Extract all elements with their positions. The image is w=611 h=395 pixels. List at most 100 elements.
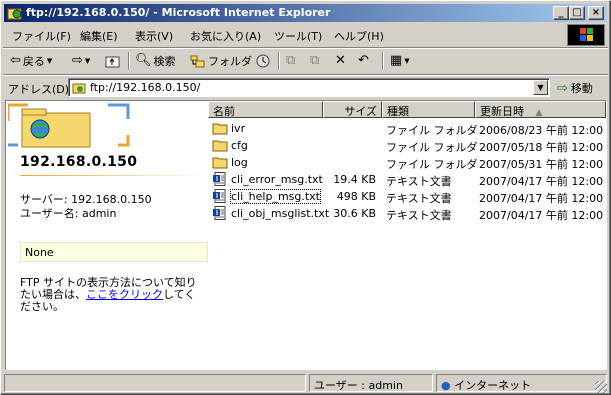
file-name[interactable]: log (231, 156, 248, 169)
column-header-name[interactable]: 名前 (208, 101, 323, 118)
file-type: ファイル フォルダ (386, 141, 478, 154)
toolbar-separator (278, 52, 280, 70)
file-row[interactable]: cli_help_msg.txt 498 KB テキスト文書 2007/04/17 午… (208, 188, 606, 205)
windows-logo-icon (567, 24, 605, 46)
text-file-icon (213, 189, 226, 203)
ie-window: ftp://192.168.0.150/ - Microsoft Interne… (0, 0, 611, 395)
folder-icon (212, 140, 228, 152)
views-button[interactable]: ▦ ▼ (390, 52, 410, 70)
search-label: 検索 (153, 55, 176, 68)
toolbar-separator (128, 52, 130, 70)
delete-x-icon: ✕ (335, 53, 346, 68)
menu-edit[interactable]: 編集(E) (80, 28, 118, 44)
back-arrow-icon: ⇦ (10, 53, 21, 68)
address-label: アドレス(D) (8, 83, 70, 96)
file-row[interactable]: cfg ファイル フォルダ 2007/05/18 午前 12:00 (208, 137, 606, 154)
text-file-icon (213, 172, 226, 186)
file-modified: 2007/04/17 午前 12:00 (479, 192, 604, 205)
undo-icon: ↶ (358, 53, 369, 68)
file-name[interactable]: cli_obj_msglist.txt (231, 207, 329, 220)
folders-button[interactable]: フォルダ (190, 52, 252, 70)
internet-globe-icon: ● (441, 379, 451, 392)
file-name[interactable]: cli_help_msg.txt (230, 189, 321, 204)
folders-label: フォルダ (208, 55, 252, 68)
file-type: ファイル フォルダ (386, 124, 478, 137)
folders-icon (190, 55, 205, 68)
file-modified: 2007/04/17 午前 12:00 (479, 209, 604, 222)
copy-to-button[interactable]: ⧉ (310, 52, 319, 70)
ftp-folder-icon (72, 83, 86, 94)
up-button[interactable] (105, 52, 121, 70)
delete-button[interactable]: ✕ (335, 52, 346, 70)
ftp-folder-icon (7, 8, 22, 20)
file-modified: 2007/05/31 午前 12:00 (479, 158, 604, 171)
go-arrow-icon: ⇨ (557, 80, 568, 96)
menu-bar: ファイル(F) 編集(E) 表示(V) お気に入り(A) ツール(T) ヘルプ(… (4, 24, 564, 46)
views-grid-icon: ▦ (390, 53, 403, 68)
column-header-size[interactable]: サイズ (323, 101, 382, 118)
status-message (4, 374, 306, 392)
file-size: 498 KB (336, 190, 376, 203)
forward-button[interactable]: ⇨ ▼ (72, 52, 90, 70)
address-value: ftp://192.168.0.150/ (90, 81, 201, 94)
file-row[interactable]: cli_obj_msglist.txt 30.6 KB テキスト文書 2007/04/… (208, 205, 606, 222)
close-button[interactable]: × (588, 6, 604, 20)
username-info: ユーザー名: admin (20, 207, 117, 220)
file-type: テキスト文書 (386, 175, 452, 188)
file-row[interactable]: log ファイル フォルダ 2007/05/31 午前 12:00 (208, 154, 606, 171)
file-modified: 2006/08/23 午前 12:00 (479, 124, 604, 137)
file-type: テキスト文書 (386, 192, 452, 205)
content-area: 192.168.0.150 サーバー: 192.168.0.150 ユーザー名:… (5, 100, 607, 370)
host-title: 192.168.0.150 (20, 154, 138, 170)
file-modified: 2007/05/18 午前 12:00 (479, 141, 604, 154)
maximize-button[interactable]: □ (569, 6, 585, 20)
forward-dropdown-icon: ▼ (84, 57, 91, 65)
file-type: テキスト文書 (386, 209, 452, 222)
file-size: 30.6 KB (333, 207, 376, 220)
move-to-button[interactable]: ⧉ (286, 52, 295, 70)
search-icon: 🔍︎ (135, 53, 152, 68)
status-zone-label: インターネット (454, 379, 532, 392)
back-button[interactable]: ⇦ 戻る ▼ (10, 52, 52, 70)
status-zone: ● インターネット (436, 374, 607, 392)
go-label: 移動 (570, 82, 593, 95)
menu-favorites[interactable]: お気に入り(A) (190, 28, 261, 44)
text-file-icon (213, 206, 226, 220)
menu-view[interactable]: 表示(V) (135, 28, 173, 44)
menu-help[interactable]: ヘルプ(H) (334, 28, 384, 44)
search-button[interactable]: 🔍︎ 検索 (135, 52, 176, 70)
standard-toolbar: ⇦ 戻る ▼ ⇨ ▼ 🔍︎ 検索 フォルダ ⧉ ⧉ ✕ ↶ ▦ ▼ (4, 49, 607, 73)
file-type: ファイル フォルダ (386, 158, 478, 171)
file-row[interactable]: ivr ファイル フォルダ 2006/08/23 午前 12:00 (208, 120, 606, 137)
column-header-modified-label: 更新日時 (480, 105, 524, 118)
minimize-button[interactable]: _ (553, 6, 569, 20)
address-input[interactable]: ftp://192.168.0.150/ ▼ (68, 78, 550, 97)
address-dropdown-icon[interactable]: ▼ (533, 80, 548, 95)
window-title: ftp://192.168.0.150/ - Microsoft Interne… (26, 6, 331, 19)
resize-grip[interactable] (595, 381, 607, 393)
address-bar: アドレス(D) ftp://192.168.0.150/ ▼ ⇨ 移動 (4, 77, 607, 99)
status-user: ユーザー : admin (309, 374, 433, 392)
file-size: 19.4 KB (333, 173, 376, 186)
move-to-icon: ⧉ (286, 53, 296, 68)
column-header-type[interactable]: 種類 (382, 101, 475, 118)
history-button[interactable] (255, 52, 271, 70)
copy-to-icon: ⧉ (310, 53, 320, 68)
views-dropdown-icon: ▼ (404, 57, 410, 65)
toolbar-separator-line (3, 74, 608, 76)
go-button[interactable]: ⇨ 移動 (557, 79, 593, 97)
file-row[interactable]: cli_error_msg.txt 19.4 KB テキスト文書 2007/04/17… (208, 171, 606, 188)
undo-button[interactable]: ↶ (358, 52, 369, 70)
file-modified: 2007/04/17 午前 12:00 (479, 175, 604, 188)
menu-tools[interactable]: ツール(T) (274, 28, 322, 44)
help-link[interactable]: ここをクリック (86, 288, 163, 301)
file-name[interactable]: cli_error_msg.txt (231, 173, 323, 186)
menu-file[interactable]: ファイル(F) (12, 28, 71, 44)
file-name[interactable]: ivr (231, 122, 245, 135)
webview-info-pane: 192.168.0.150 サーバー: 192.168.0.150 ユーザー名:… (6, 101, 208, 369)
back-dropdown-icon: ▼ (46, 57, 53, 65)
column-header-modified[interactable]: 更新日時 ▲ (475, 101, 606, 118)
file-name[interactable]: cfg (231, 139, 248, 152)
toolbar-separator (382, 52, 384, 70)
title-bar[interactable]: ftp://192.168.0.150/ - Microsoft Interne… (4, 4, 607, 22)
